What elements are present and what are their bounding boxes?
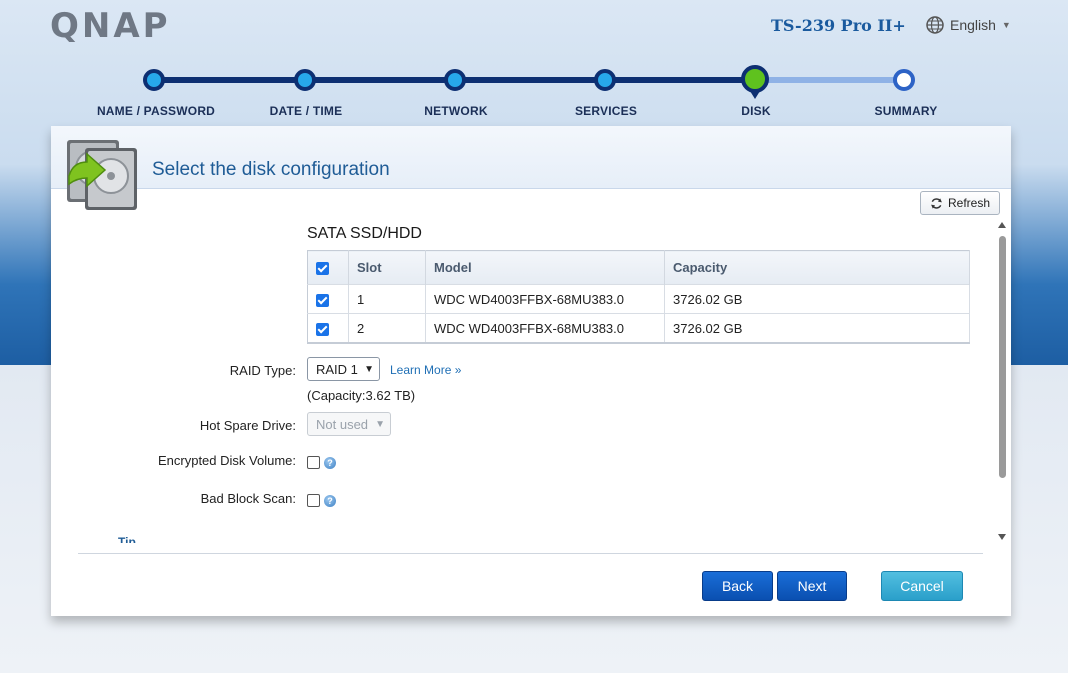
step-label-network: NETWORK [424,104,488,118]
row-checkbox-cell[interactable] [307,313,349,344]
table-row: 2 WDC WD4003FFBX-68MU383.0 3726.02 GB [307,313,970,344]
disk-config-panel: Select the disk configuration Refresh SA… [51,126,1011,616]
disk-section-title: SATA SSD/HDD [307,225,422,242]
next-button[interactable]: Next [777,571,847,601]
step-label-name-password: NAME / PASSWORD [96,104,216,118]
help-icon[interactable]: ? [324,456,336,469]
footer-divider [78,553,983,554]
chevron-down-icon: ▼ [1001,20,1011,30]
step-label-disk: DISK [741,104,771,118]
back-button[interactable]: Back [702,571,773,601]
step-label-summary: SUMMARY [874,104,938,118]
encrypted-volume-checkbox[interactable] [307,456,320,470]
stepper-track-pending [754,77,904,83]
table-row: 1 WDC WD4003FFBX-68MU383.0 3726.02 GB [307,284,970,314]
capacity-cell: 3726.02 GB [664,284,970,314]
slot-cell: 2 [348,313,426,344]
disk-table: Slot Model Capacity 1 WDC WD4003FFBX-68M… [307,250,970,344]
qnap-logo: QNAP [50,6,171,46]
raid-type-select[interactable]: RAID 1 ▼ [307,357,380,381]
hot-spare-label: Hot Spare Drive: [199,418,296,433]
language-selector[interactable]: English ▼ [926,16,1011,34]
chevron-down-icon: ▼ [364,363,374,375]
refresh-icon [931,197,942,209]
raid-type-value: RAID 1 [316,361,358,377]
disk-table-header: Slot Model Capacity [307,250,970,285]
bad-block-scan-control: ? [307,492,336,510]
scroll-thumb[interactable] [999,236,1006,478]
refresh-label: Refresh [947,196,991,210]
step-dot-summary [893,69,915,91]
bad-block-scan-label: Bad Block Scan: [200,491,296,506]
step-label-date-time: DATE / TIME [269,104,343,118]
chevron-down-icon: ▼ [375,418,385,430]
step-dot-disk [741,65,769,99]
cancel-button[interactable]: Cancel [881,571,963,601]
raid-type-label: RAID Type: [229,363,296,378]
help-icon[interactable]: ? [324,494,336,507]
setup-stepper: NAME / PASSWORD DATE / TIME NETWORK SERV… [0,60,1068,126]
scroll-up-arrow-icon[interactable] [998,222,1006,228]
hot-spare-select[interactable]: Not used ▼ [307,412,391,436]
panel-title: Select the disk configuration [152,159,390,180]
bad-block-scan-checkbox[interactable] [307,494,320,508]
tip-heading: Tip [118,535,136,543]
disk-1-checkbox[interactable] [316,293,329,307]
step-dot-services [594,69,616,91]
raid-capacity-text: (Capacity:3.62 TB) [307,388,416,403]
refresh-button[interactable]: Refresh [920,191,1000,215]
language-label: English [950,17,996,33]
capacity-cell: 3726.02 GB [664,313,970,344]
step-dot-name-password [143,69,165,91]
step-dot-date-time [294,69,316,91]
slot-cell: 1 [348,284,426,314]
model-cell: WDC WD4003FFBX-68MU383.0 [425,313,665,344]
disk-2-checkbox[interactable] [316,322,329,336]
scroll-down-arrow-icon[interactable] [998,534,1006,540]
model-cell: WDC WD4003FFBX-68MU383.0 [425,284,665,314]
encrypted-volume-control: ? [307,454,336,472]
content-scrollbar[interactable] [998,222,1008,540]
column-header-capacity: Capacity [664,250,970,285]
learn-more-link[interactable]: Learn More » [390,363,461,377]
select-all-cell[interactable] [307,250,349,285]
disk-install-icon [67,140,137,210]
device-model: TS-239 Pro II+ [771,16,906,35]
step-label-services: SERVICES [574,104,638,118]
row-checkbox-cell[interactable] [307,284,349,314]
hot-spare-value: Not used [316,416,369,432]
select-all-checkbox[interactable] [316,262,329,276]
globe-icon [926,16,944,34]
encrypted-volume-label: Encrypted Disk Volume: [157,453,296,468]
step-dot-network [444,69,466,91]
column-header-model: Model [425,250,665,285]
panel-header: Select the disk configuration [51,126,1011,210]
column-header-slot: Slot [348,250,426,285]
